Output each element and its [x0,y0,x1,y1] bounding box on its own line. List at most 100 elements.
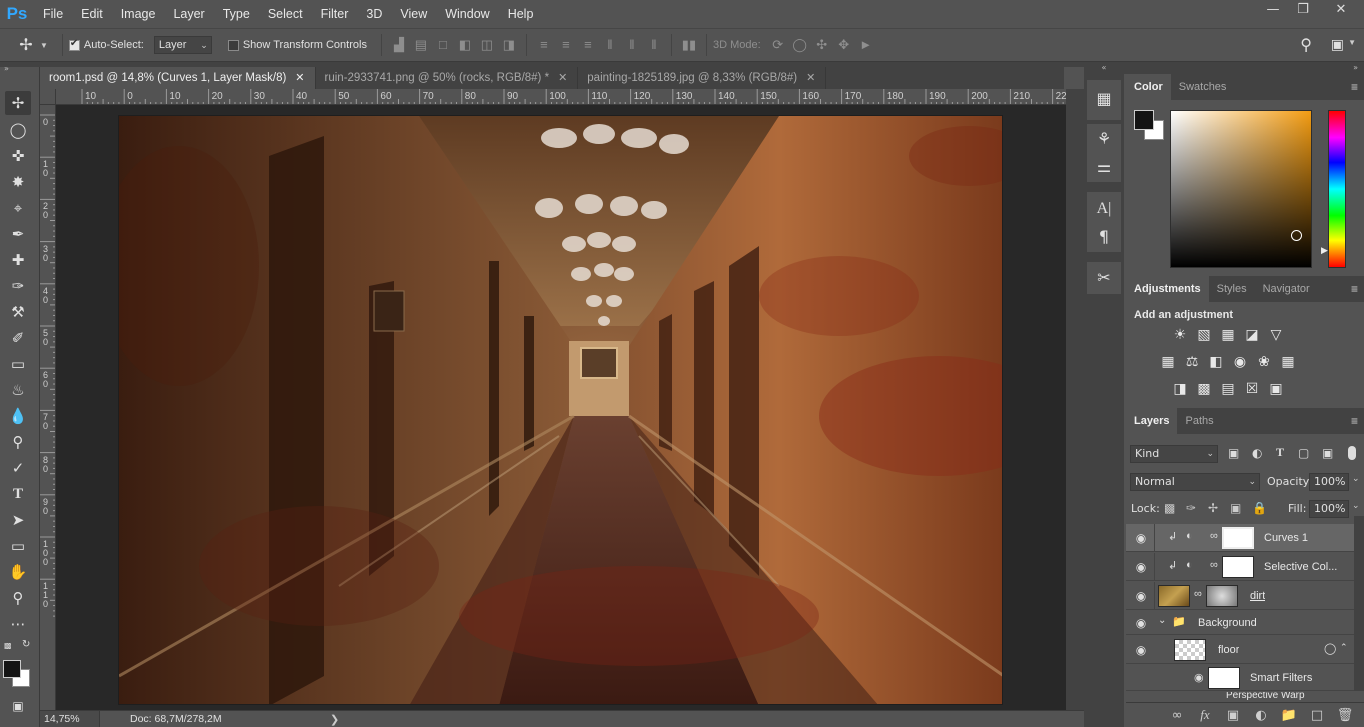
layer-row-floor[interactable]: ◉ floor ◯ ⌃ [1126,636,1354,664]
minimize-icon[interactable]: — [1258,0,1288,22]
workspace-icon[interactable]: ▣ [1331,36,1344,53]
tab-styles[interactable]: Styles [1209,276,1255,302]
lock-position-icon[interactable]: ✢ [1208,501,1218,515]
align-hcenter-icon[interactable]: ◫ [476,35,498,55]
levels-icon[interactable]: ▧ [1194,325,1214,345]
color-balance-icon[interactable]: ⚖ [1182,352,1202,372]
eye-icon[interactable]: ◉ [1134,643,1148,657]
close-icon[interactable]: ✕ [558,72,567,84]
tab-ruin[interactable]: ruin-2933741.png @ 50% (rocks, RGB/8#) *… [316,67,579,89]
marquee-tool-icon[interactable]: ◯ [5,118,31,142]
curves-icon[interactable]: ▦ [1218,325,1238,345]
zoom-tool-icon[interactable]: ⚲ [5,586,31,610]
tab-navigator[interactable]: Navigator [1255,276,1318,302]
menu-3d[interactable]: 3D [357,0,391,28]
hand-tool-icon[interactable]: ✋ [5,560,31,584]
align-bottom-icon[interactable]: □ [432,35,454,55]
blend-mode-dropdown[interactable]: Normal ⌄ [1130,473,1260,491]
layers-scrollbar[interactable] [1354,516,1364,691]
healing-brush-tool-icon[interactable]: ✚ [5,248,31,272]
black-white-icon[interactable]: ◧ [1206,352,1226,372]
search-icon[interactable]: ⚲ [1300,35,1312,55]
panel-menu-icon[interactable]: ≡ [1351,414,1358,428]
filter-toggle[interactable] [1348,446,1356,460]
channel-mixer-icon[interactable]: ❀ [1254,352,1274,372]
lock-all-icon[interactable]: 🔒 [1252,501,1267,515]
layer-mask-thumbnail[interactable] [1206,585,1238,607]
new-layer-icon[interactable]: □ [1304,708,1330,723]
dodge-tool-icon[interactable]: ⚲ [5,430,31,454]
layer-mask-thumbnail[interactable] [1222,527,1254,549]
layer-mask-thumbnail[interactable] [1222,556,1254,578]
chevron-down-icon[interactable]: ⌄ [1158,615,1166,626]
distribute-top-icon[interactable]: ≡ [533,35,555,55]
chevron-up-icon[interactable]: ⌃ [1340,642,1348,653]
type-tool-icon[interactable]: T [5,482,31,506]
menu-layer[interactable]: Layer [164,0,213,28]
filter-smart-object-icon[interactable]: ▣ [1322,446,1333,460]
collapse-toolbar-icon[interactable]: » [4,64,9,73]
history-icon[interactable]: ▦ [1091,86,1117,112]
close-icon[interactable]: ✕ [806,72,815,84]
move-tool-preset-icon[interactable]: ✢ [12,35,40,55]
ruler-corner[interactable] [40,89,56,105]
collapse-right-panels-icon[interactable]: » [1124,62,1364,74]
tab-swatches[interactable]: Swatches [1171,74,1235,100]
crop-tool-icon[interactable]: ⌖ [5,196,31,220]
preset-dropdown-arrow-icon[interactable]: ▼ [40,41,48,50]
chevron-down-icon[interactable]: ⌄ [1352,474,1360,484]
eye-icon[interactable]: ◉ [1134,589,1148,603]
opacity-field[interactable]: 100% [1309,473,1349,491]
move-tool-icon[interactable]: ✢ [5,91,31,115]
layer-name[interactable]: Selective Col... [1264,561,1337,573]
eyedropper-tool-icon[interactable]: ✒ [5,222,31,246]
vibrance-icon[interactable]: ▽ [1266,325,1286,345]
add-mask-icon[interactable]: ▣ [1220,708,1246,723]
status-menu-arrow-icon[interactable]: ❯ [330,713,339,726]
brush-settings-icon[interactable]: ⚌ [1091,154,1117,180]
default-colors-icon[interactable]: ▩ [4,641,14,651]
align-vcenter-icon[interactable]: ▤ [410,35,432,55]
filter-shape-icon[interactable]: ▢ [1298,446,1309,460]
menu-window[interactable]: Window [436,0,498,28]
chevron-down-icon[interactable]: ⌄ [1352,501,1360,511]
eye-icon[interactable]: ◉ [1134,560,1148,574]
layer-thumbnail[interactable] [1158,585,1190,607]
link-layers-icon[interactable]: ∞ [1164,708,1190,723]
brush-tool-icon[interactable]: ✑ [5,274,31,298]
foreground-color-swatch[interactable] [3,660,21,678]
3d-slide-icon[interactable]: ✥ [833,35,855,55]
history-brush-tool-icon[interactable]: ✐ [5,326,31,350]
paragraph-icon[interactable]: ¶ [1091,224,1117,250]
panel-menu-icon[interactable]: ≡ [1351,282,1358,296]
paint-bucket-tool-icon[interactable]: ♨ [5,378,31,402]
align-left-icon[interactable]: ◧ [454,35,476,55]
layer-group-background[interactable]: ◉ ⌄ 📁 Background [1126,611,1354,635]
filter-row-perspective-warp[interactable]: Perspective Warp [1126,692,1354,702]
fill-field[interactable]: 100% [1309,500,1349,518]
menu-help[interactable]: Help [499,0,543,28]
foreground-color-swatch[interactable] [1134,110,1154,130]
auto-select-checkbox[interactable] [68,38,80,51]
quick-select-tool-icon[interactable]: ✸ [5,170,31,194]
document-canvas[interactable] [118,115,1003,705]
lock-artboard-icon[interactable]: ▣ [1230,501,1241,515]
tab-paths[interactable]: Paths [1177,408,1221,434]
menu-view[interactable]: View [391,0,436,28]
panel-menu-icon[interactable]: ≡ [1351,80,1358,94]
gradient-map-icon[interactable]: ▣ [1266,379,1286,399]
lock-pixels-icon[interactable]: ✑ [1186,501,1196,515]
filter-mask-thumbnail[interactable] [1208,667,1240,689]
3d-scale-icon[interactable]: ► [855,35,877,55]
posterize-icon[interactable]: ▩ [1194,379,1214,399]
restore-icon[interactable]: ❐ [1288,0,1318,22]
auto-select-target-dropdown[interactable]: Layer ⌄ [153,36,212,54]
distribute-bottom-icon[interactable]: ≡ [577,35,599,55]
menu-file[interactable]: File [34,0,72,28]
zoom-level-field[interactable]: 14,75% [40,711,100,727]
new-group-icon[interactable]: 📁 [1276,708,1302,723]
layer-name[interactable]: dirt [1250,590,1265,602]
eye-icon[interactable]: ◉ [1134,616,1148,630]
show-transform-checkbox[interactable] [227,39,239,51]
vertical-ruler[interactable]: 0 10 20 30 40 50 60 70 80 90 100 110 [40,105,56,710]
